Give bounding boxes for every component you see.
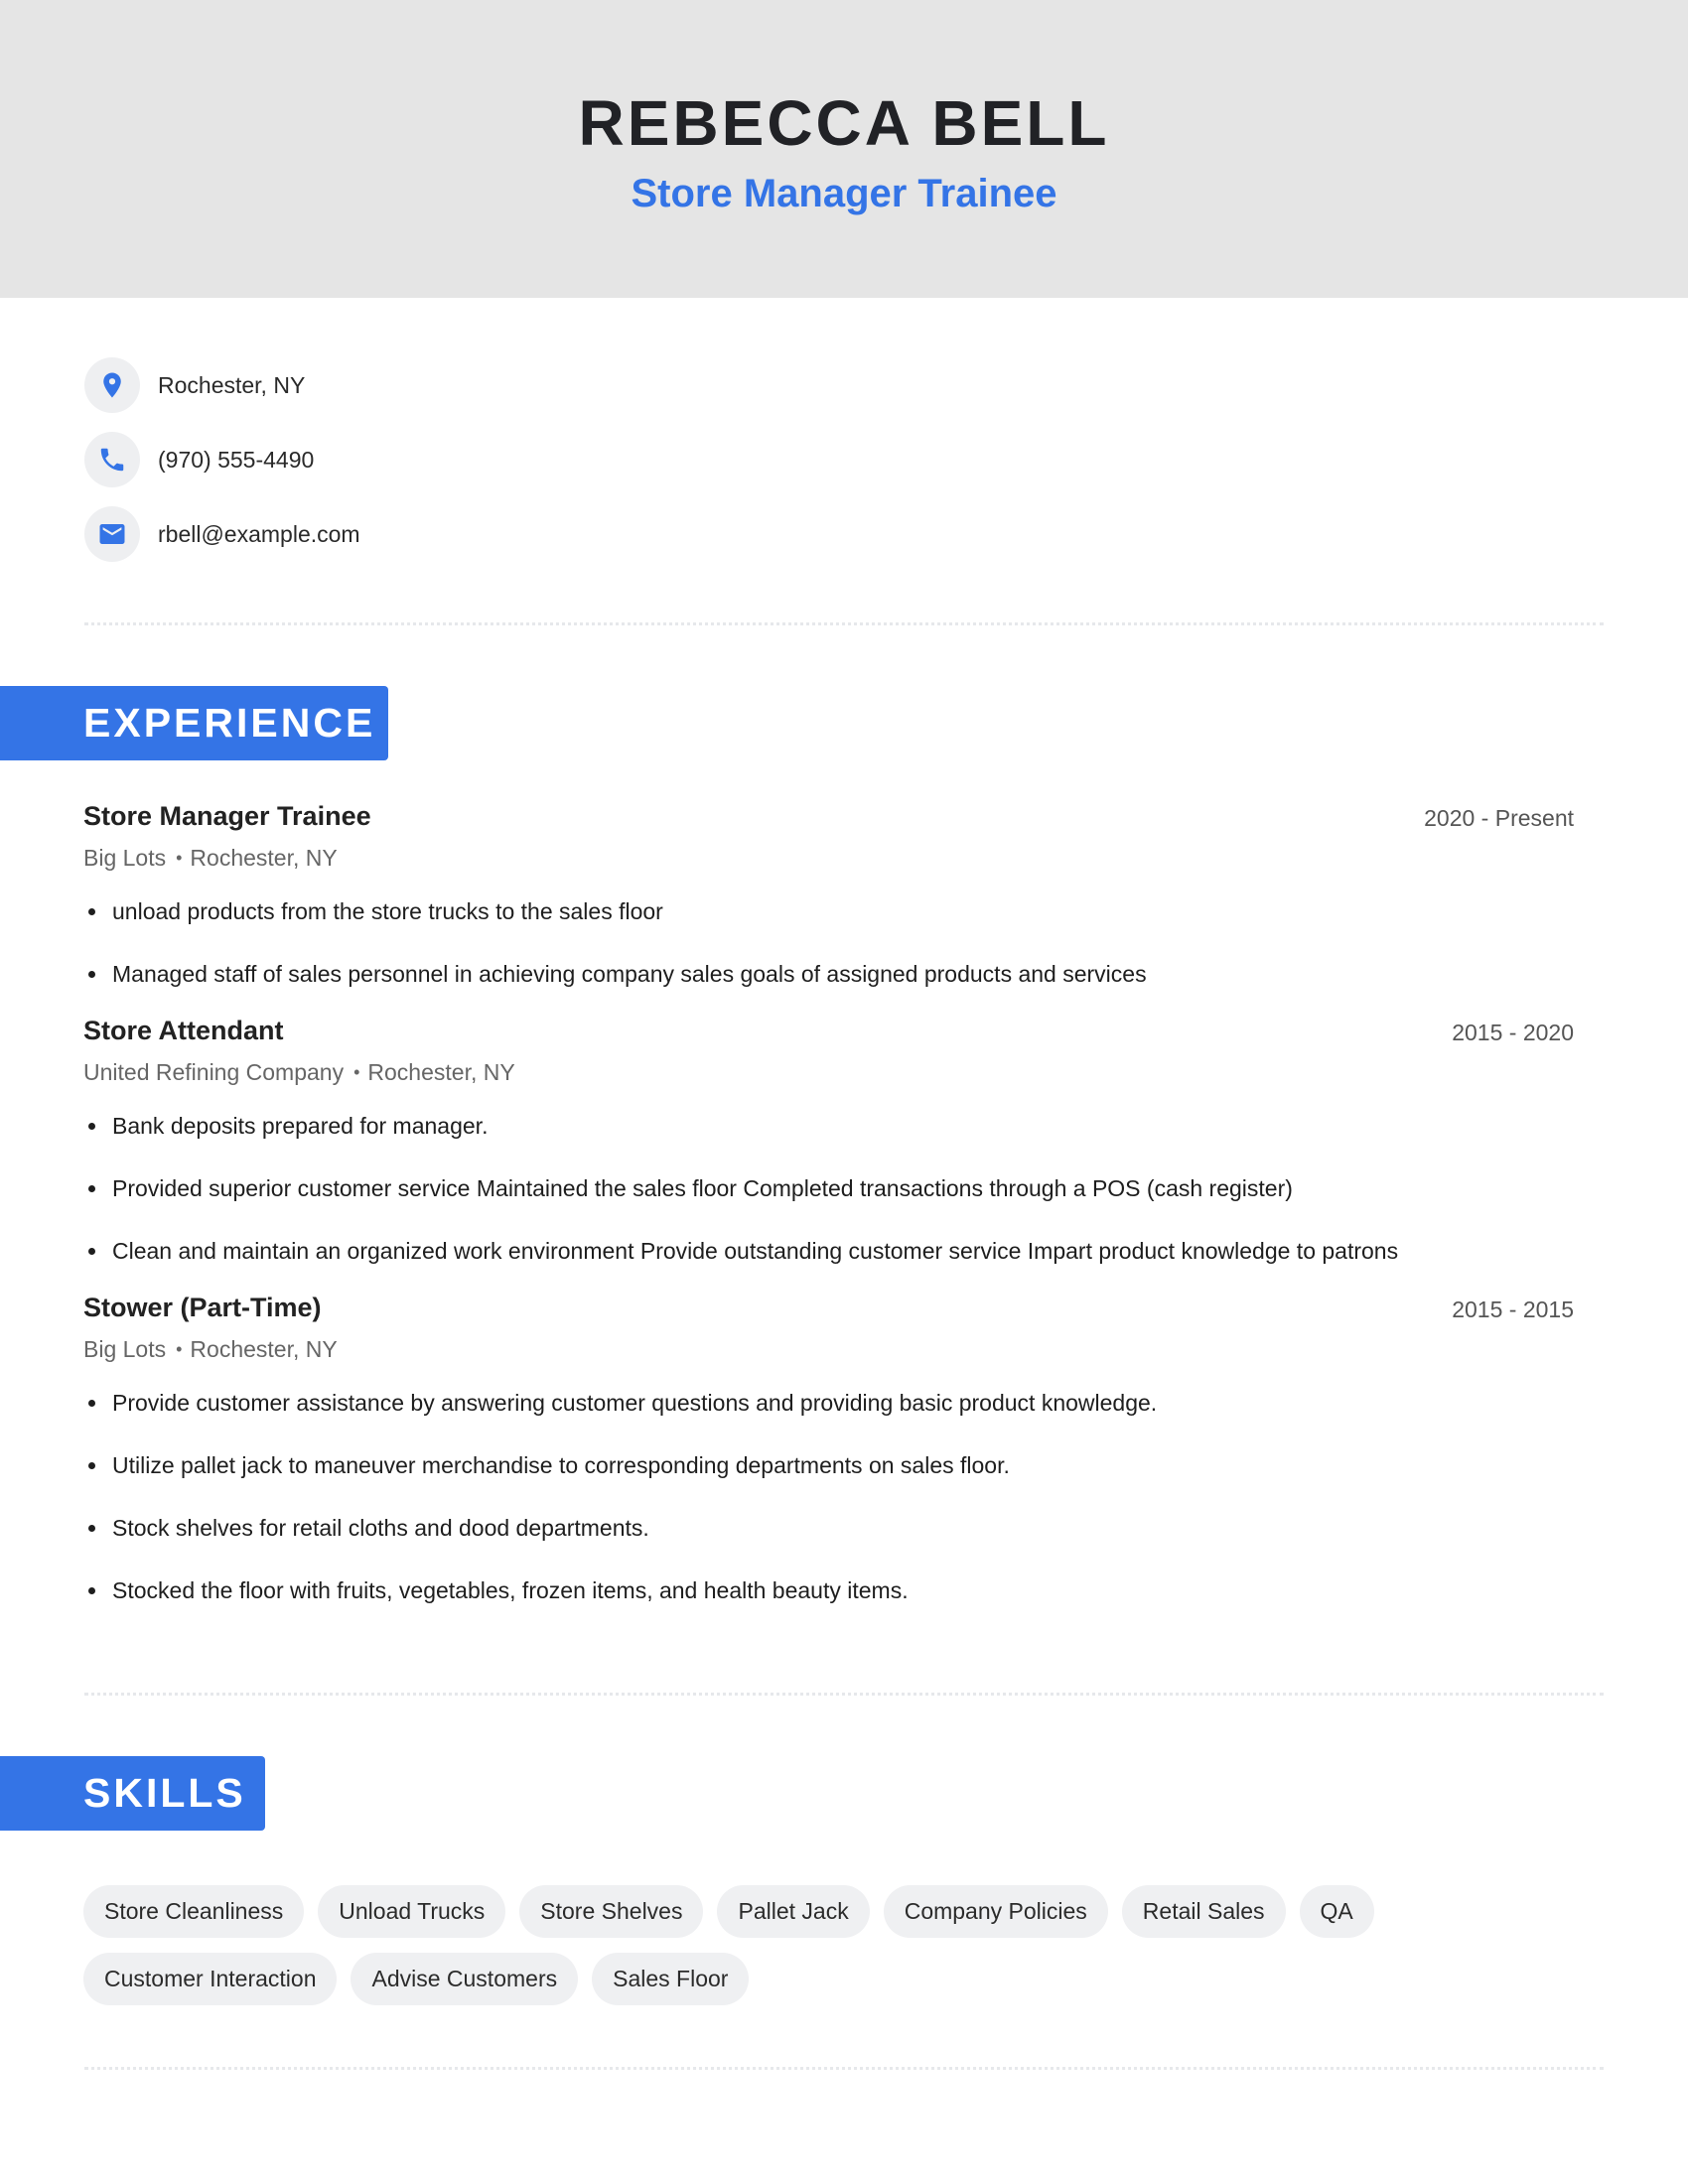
email-icon (99, 524, 125, 544)
skill-chip: QA (1299, 1885, 1374, 1938)
job-bullet: Clean and maintain an organized work env… (83, 1236, 1398, 1298)
job-title: Store Manager Trainee (83, 801, 371, 831)
job-bullet: Provide customer assistance by answering… (83, 1388, 1157, 1450)
job-bullet: Bank deposits prepared for manager. (83, 1111, 1398, 1173)
skill-chip: Company Policies (883, 1885, 1108, 1938)
resume-header: REBECCA BELL Store Manager Trainee (0, 0, 1688, 298)
job-bullet: Managed staff of sales personnel in achi… (83, 959, 1147, 1022)
job-dates: 2020 - Present (1424, 805, 1574, 831)
job-bullet: Stock shelves for retail cloths and dood… (83, 1513, 1157, 1575)
contact-location-text: Rochester, NY (158, 372, 306, 398)
skill-chip: Store Cleanliness (83, 1885, 305, 1938)
contact-phone: (970) 555-4490 (84, 432, 680, 487)
skill-chip: Pallet Jack (717, 1885, 870, 1938)
job-bullet: Provided superior customer service Maint… (83, 1173, 1398, 1236)
job-bullet: unload products from the store trucks to… (83, 896, 1147, 959)
contact-location: Rochester, NY (84, 357, 680, 413)
job-company: Big Lots (83, 845, 167, 871)
section-divider (84, 1693, 1604, 1696)
separator-dot: • (176, 1339, 183, 1359)
separator-dot: • (176, 848, 183, 868)
job-company: Big Lots (83, 1336, 167, 1362)
skill-chip: Retail Sales (1121, 1885, 1286, 1938)
job-title: Stower (Part-Time) (83, 1293, 322, 1322)
skill-chip: Advise Customers (351, 1953, 579, 2005)
separator-dot: • (353, 1062, 360, 1082)
job-company-line: Big Lots • Rochester, NY (83, 843, 338, 873)
candidate-title: Store Manager Trainee (631, 172, 1057, 215)
job-location: Rochester, NY (190, 1336, 338, 1362)
job-bullet: Stocked the floor with fruits, vegetable… (83, 1575, 1157, 1638)
skill-chip: Customer Interaction (83, 1953, 338, 2005)
job-company-line: Big Lots • Rochester, NY (83, 1334, 338, 1364)
job-company: United Refining Company (83, 1059, 345, 1085)
job-bullets: unload products from the store trucks to… (83, 896, 1147, 1022)
skill-chip: Store Shelves (519, 1885, 704, 1938)
email-icon-circle (84, 506, 140, 562)
contact-email-text: rbell@example.com (158, 521, 360, 547)
job-location: Rochester, NY (367, 1059, 515, 1085)
job-location: Rochester, NY (190, 845, 338, 871)
location-pin-icon (103, 372, 121, 398)
location-icon-circle (84, 357, 140, 413)
section-divider (84, 622, 1604, 625)
contact-email: rbell@example.com (84, 506, 680, 562)
job-company-line: United Refining Company • Rochester, NY (83, 1057, 515, 1087)
section-divider (84, 2067, 1604, 2070)
job-bullet: Utilize pallet jack to maneuver merchand… (83, 1450, 1157, 1513)
experience-heading: EXPERIENCE (0, 686, 388, 760)
job-dates: 2015 - 2020 (1452, 1020, 1574, 1045)
skill-chip: Sales Floor (592, 1953, 750, 2005)
job-dates: 2015 - 2015 (1452, 1297, 1574, 1322)
skills-list: Store Cleanliness Unload Trucks Store Sh… (83, 1885, 1613, 2005)
contact-phone-text: (970) 555-4490 (158, 447, 315, 473)
skills-heading: SKILLS (0, 1756, 265, 1831)
phone-icon (100, 448, 124, 472)
phone-icon-circle (84, 432, 140, 487)
job-bullets: Bank deposits prepared for manager. Prov… (83, 1111, 1398, 1298)
candidate-name: REBECCA BELL (578, 87, 1110, 159)
skill-chip: Unload Trucks (318, 1885, 506, 1938)
job-bullets: Provide customer assistance by answering… (83, 1388, 1157, 1638)
job-title: Store Attendant (83, 1016, 284, 1045)
